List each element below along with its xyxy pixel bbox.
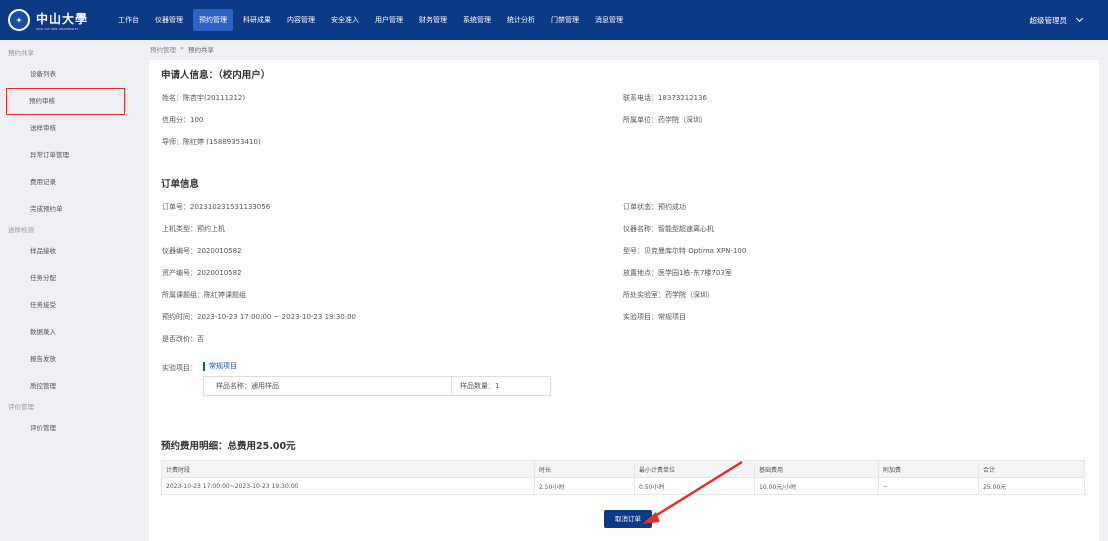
sidebar-item-quality-control[interactable]: 质控管理 xyxy=(0,373,140,400)
applicant-phone: 联系电话：18373212136 xyxy=(623,94,707,102)
breadcrumb-separator: » xyxy=(180,44,184,52)
sidebar-item-report-release[interactable]: 报告发放 xyxy=(0,346,140,373)
sidebar-item-completed-orders[interactable]: 完成预约单 xyxy=(0,196,140,223)
sidebar-item-sample-review[interactable]: 送样审核 xyxy=(0,115,140,142)
order-usage-type: 上机类型：预约上机 xyxy=(162,225,225,233)
applicant-unit: 所属单位：药学院（深圳） xyxy=(623,116,707,124)
order-research-group: 所属课题组：陈红婷课题组 xyxy=(162,291,246,299)
nav-research-results[interactable]: 科研成果 xyxy=(237,9,277,31)
fee-detail-title: 预约费用明细：总费用25.00元 xyxy=(161,441,296,452)
order-number: 订单号：202310231531133056 xyxy=(162,203,271,211)
applicant-credit: 信用分：100 xyxy=(162,116,204,124)
fee-col-period: 计费时段 xyxy=(161,460,535,478)
main-nav: 工作台 仪器管理 预约管理 科研成果 内容管理 安全准入 用户管理 财务管理 系… xyxy=(112,0,633,40)
experiment-project-label: 实验项目： xyxy=(162,364,197,372)
sidebar: 预约共享 设备列表 预约审核 送样审核 异常订单管理 费用记录 完成预约单 送样… xyxy=(0,40,140,541)
top-navigation-bar: ✦ 中山大學 SUN YAT-SEN UNIVERSITY 工作台 仪器管理 预… xyxy=(0,0,1108,40)
university-logo[interactable]: ✦ 中山大學 SUN YAT-SEN UNIVERSITY xyxy=(0,9,112,31)
fee-col-duration: 时长 xyxy=(534,460,635,478)
nav-safety-access[interactable]: 安全准入 xyxy=(325,9,365,31)
logo-subtitle: SUN YAT-SEN UNIVERSITY xyxy=(36,26,79,31)
sidebar-item-device-list[interactable]: 设备列表 xyxy=(0,61,140,88)
sidebar-item-sample-receive[interactable]: 样品接收 xyxy=(0,238,140,265)
sidebar-item-task-accept[interactable]: 任务接受 xyxy=(0,292,140,319)
fee-col-base-fee: 基础费用 xyxy=(754,460,879,478)
sidebar-group-reservation-sharing[interactable]: 预约共享 xyxy=(0,46,140,61)
sample-info-box: 样品名称：通用样品 样品数量：1 xyxy=(203,376,551,396)
user-name: 超级管理员 xyxy=(1029,15,1068,25)
fee-col-min-unit: 最小计费单位 xyxy=(634,460,755,478)
sample-count: 样品数量：1 xyxy=(460,382,500,390)
nav-workbench[interactable]: 工作台 xyxy=(112,9,145,31)
nav-user-management[interactable]: 用户管理 xyxy=(369,9,409,31)
nav-system-management[interactable]: 系统管理 xyxy=(457,9,497,31)
sidebar-group-evaluation[interactable]: 评价管理 xyxy=(0,400,140,415)
order-instrument-name: 仪器名称：智能型超速离心机 xyxy=(623,225,714,233)
order-info-title: 订单信息 xyxy=(161,179,200,190)
fee-table-header: 计费时段 时长 最小计费单位 基础费用 附加费 合计 xyxy=(161,460,1085,478)
fee-duration: 2.50小时 xyxy=(534,477,635,495)
nav-message-management[interactable]: 消息管理 xyxy=(589,9,629,31)
fee-col-surcharge: 附加费 xyxy=(878,460,979,478)
applicant-name: 姓名：陈杏宇(20111212) xyxy=(162,94,246,102)
breadcrumb: 预约管理 » 预约共享 xyxy=(150,44,214,54)
nav-access-control[interactable]: 门禁管理 xyxy=(545,9,585,31)
logo-name: 中山大學 xyxy=(36,11,89,26)
nav-reservation-management[interactable]: 预约管理 xyxy=(193,9,233,31)
applicant-mentor: 导师：陈红婷 (15889353410) xyxy=(162,138,261,146)
sidebar-item-evaluation-management[interactable]: 评价管理 xyxy=(0,415,140,442)
nav-content-management[interactable]: 内容管理 xyxy=(281,9,321,31)
order-time: 预约时间：2023-10-23 17:00:00 ~ 2023-10-23 19… xyxy=(162,313,357,321)
sidebar-item-abnormal-orders[interactable]: 异常订单管理 xyxy=(0,142,140,169)
fee-base: 10.00元/小时 xyxy=(754,477,879,495)
order-asset-number: 资产编号：2020010582 xyxy=(162,269,242,277)
fee-surcharge: -- xyxy=(878,477,979,495)
fee-period: 2023-10-23 17:00:00~2023-10-23 19:30:00 xyxy=(161,477,535,495)
sidebar-item-data-entry[interactable]: 数据录入 xyxy=(0,319,140,346)
university-seal-icon: ✦ xyxy=(8,9,30,31)
sidebar-item-reservation-review[interactable]: 预约审核 xyxy=(6,88,125,115)
table-row: 2023-10-23 17:00:00~2023-10-23 19:30:00 … xyxy=(161,477,1085,495)
nav-instrument-management[interactable]: 仪器管理 xyxy=(149,9,189,31)
fee-total: 25.00元 xyxy=(978,477,1085,495)
order-status: 订单状态：预约成功 xyxy=(623,203,686,211)
sample-name: 样品名称：通用样品 xyxy=(204,377,452,395)
fee-col-total: 合计 xyxy=(978,460,1085,478)
sidebar-item-fee-records[interactable]: 费用记录 xyxy=(0,169,140,196)
sidebar-item-task-assign[interactable]: 任务分配 xyxy=(0,265,140,292)
nav-finance-management[interactable]: 财务管理 xyxy=(413,9,453,31)
fee-min-unit: 0.50小时 xyxy=(634,477,755,495)
order-detail-panel: 申请人信息：（校内用户） 姓名：陈杏宇(20111212) 联系电话：18373… xyxy=(149,60,1099,541)
order-location: 放置地点：医学园1栋-东7楼703室 xyxy=(623,269,732,277)
nav-statistics[interactable]: 统计分析 xyxy=(501,9,541,31)
breadcrumb-parent[interactable]: 预约管理 xyxy=(150,44,176,54)
order-lab: 所处实验室：药学院（深圳） xyxy=(623,291,714,299)
chevron-down-icon xyxy=(1075,14,1084,23)
cancel-order-button[interactable]: 取消订单 xyxy=(604,510,652,528)
fee-table: 计费时段 时长 最小计费单位 基础费用 附加费 合计 2023-10-23 17… xyxy=(161,460,1085,495)
sidebar-group-sample-testing[interactable]: 送样检测 xyxy=(0,223,140,238)
order-project: 实验项目：常规项目 xyxy=(623,313,686,321)
order-model: 型号：贝克曼库尔特 Optima XPN-100 xyxy=(623,247,747,255)
order-instrument-number: 仪器编号：2020010582 xyxy=(162,247,242,255)
experiment-project-tag[interactable]: 常规项目 xyxy=(203,362,237,371)
breadcrumb-current: 预约共享 xyxy=(187,46,214,54)
order-price-changed: 是否改价：否 xyxy=(162,335,204,343)
user-menu[interactable]: 超级管理员 xyxy=(1029,14,1084,26)
applicant-info-title: 申请人信息：（校内用户） xyxy=(161,70,271,81)
